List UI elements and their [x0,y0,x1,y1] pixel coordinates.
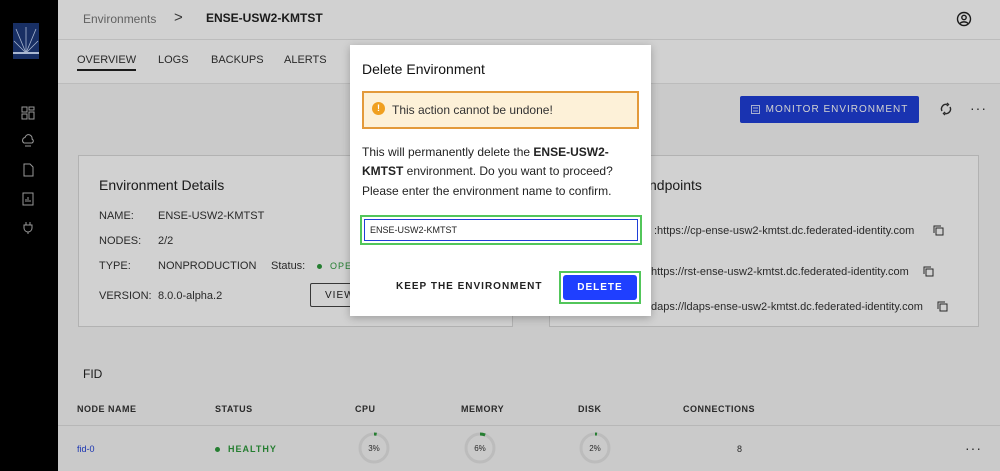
delete-button-wrapper: DELETE [559,271,641,304]
dialog-message: This will permanently delete the ENSE-US… [362,143,632,181]
environment-name-input-wrapper [360,215,642,245]
warning-banner: ! This action cannot be undone! [362,91,639,129]
environment-name-input[interactable] [364,219,638,241]
keep-environment-button[interactable]: KEEP THE ENVIRONMENT [396,281,543,292]
delete-button[interactable]: DELETE [563,275,637,300]
warning-icon: ! [372,102,385,115]
warning-text: This action cannot be undone! [392,103,553,117]
dialog-title: Delete Environment [362,61,485,77]
message-end: environment. Do you want to proceed? [403,164,613,178]
confirm-instruction: Please enter the environment name to con… [362,184,612,198]
delete-environment-dialog: Delete Environment ! This action cannot … [350,45,651,316]
message-start: This will permanently delete the [362,145,534,159]
